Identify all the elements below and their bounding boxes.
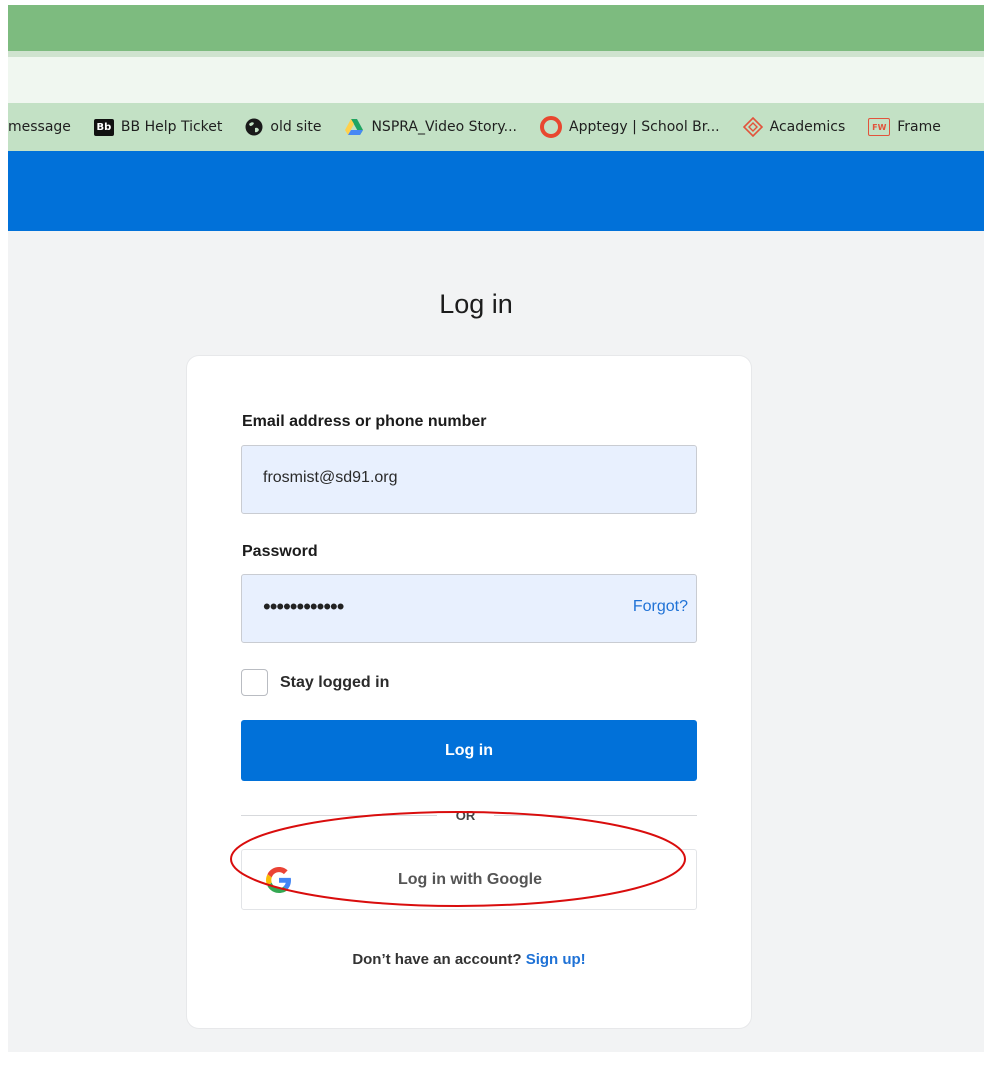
bookmark-frame[interactable]: FW Frame: [868, 112, 941, 142]
bookmark-label: BB Help Ticket: [120, 119, 223, 135]
password-input[interactable]: ••••••••••••: [263, 594, 344, 620]
email-input[interactable]: [263, 469, 583, 487]
forgot-password-link[interactable]: Forgot?: [633, 598, 688, 616]
google-login-button[interactable]: Log in with Google: [241, 849, 697, 910]
signup-link[interactable]: Sign up!: [526, 951, 586, 968]
bookmark-academics[interactable]: Academics: [742, 112, 846, 142]
google-drive-icon: [344, 118, 364, 136]
bookmark-bb-help-ticket[interactable]: Bb BB Help Ticket: [93, 112, 223, 142]
browser-window: message Bb BB Help Ticket old site NSPRA…: [8, 0, 984, 1052]
or-divider-label: OR: [455, 808, 476, 823]
google-icon: [266, 867, 292, 893]
academics-icon: [742, 117, 763, 137]
bookmark-label: message: [8, 119, 71, 135]
login-page: Log in Email address or phone number Pas…: [8, 231, 984, 1052]
browser-title-bar: [8, 5, 984, 51]
bottom-margin: [0, 1052, 984, 1078]
page-title: Log in: [439, 289, 513, 319]
login-card: Email address or phone number Password •…: [187, 356, 751, 1028]
login-button[interactable]: Log in: [241, 720, 697, 781]
site-header-bar: [8, 151, 984, 231]
bookmark-label: NSPRA_Video Story...: [371, 119, 518, 135]
password-label: Password: [242, 543, 318, 560]
email-field[interactable]: [241, 445, 697, 514]
address-bar-area: [8, 57, 984, 103]
stay-logged-in-checkbox[interactable]: [241, 669, 268, 696]
signup-prompt: Don’t have an account?: [352, 951, 522, 968]
email-label: Email address or phone number: [242, 413, 487, 430]
bookmarks-bar: message Bb BB Help Ticket old site NSPRA…: [8, 103, 984, 151]
globe-icon: [245, 118, 263, 136]
bookmark-message[interactable]: message: [8, 112, 71, 142]
bookmark-apptegy[interactable]: Apptegy | School Br...: [540, 112, 720, 142]
signup-row: Don’t have an account? Sign up!: [187, 951, 751, 968]
password-field[interactable]: •••••••••••• Forgot?: [241, 574, 697, 643]
stay-logged-in-label: Stay logged in: [280, 674, 390, 691]
bookmark-label: Apptegy | School Br...: [569, 119, 720, 135]
blackboard-icon: Bb: [93, 118, 114, 136]
bookmark-nspra-video-story[interactable]: NSPRA_Video Story...: [344, 112, 517, 142]
apptegy-icon: [540, 116, 563, 138]
divider-right: [494, 815, 697, 816]
bookmark-label: old site: [270, 119, 322, 135]
fw-icon: FW: [868, 118, 891, 136]
divider-left: [241, 815, 437, 816]
bookmark-old-site[interactable]: old site: [245, 112, 321, 142]
google-login-label: Log in with Google: [398, 871, 542, 888]
bookmark-label: Academics: [769, 119, 846, 135]
bookmark-label: Frame: [897, 119, 941, 135]
